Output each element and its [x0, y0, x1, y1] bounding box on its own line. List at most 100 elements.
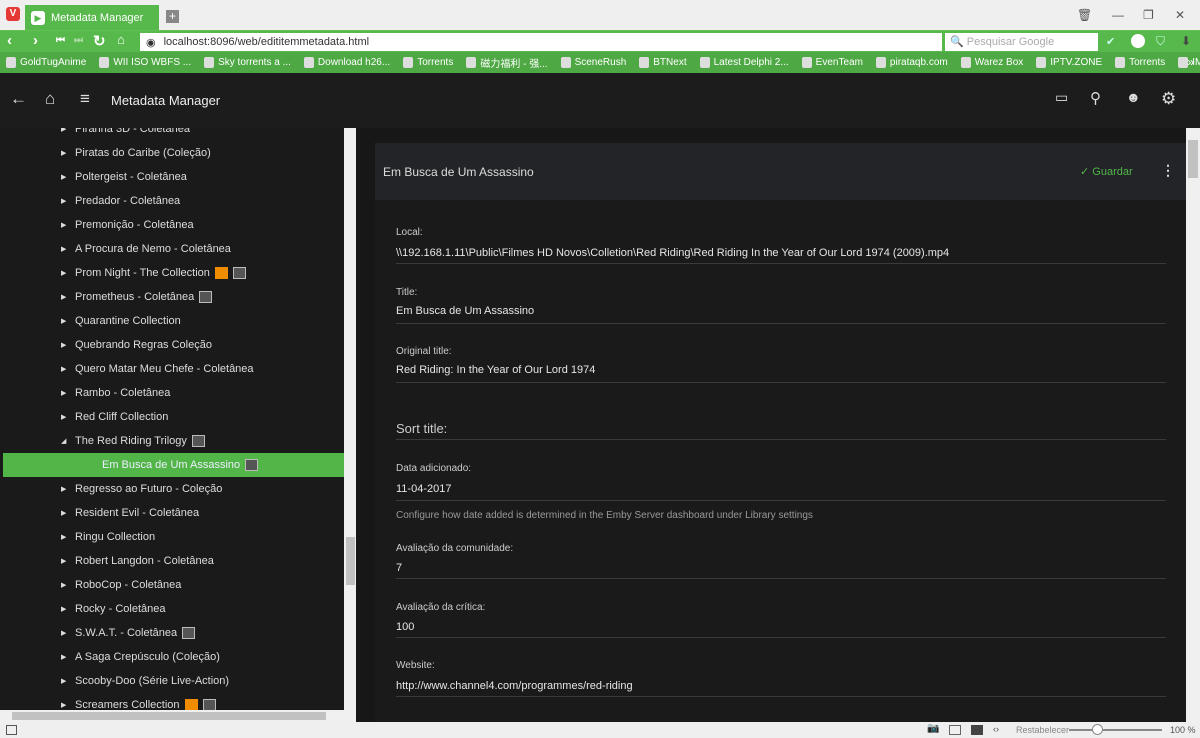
bookmark-item[interactable]: GoldTugAnime — [6, 57, 86, 68]
expand-arrow-icon[interactable]: ▶ — [0, 173, 75, 181]
tree-item[interactable]: ▶ Rambo - Coletânea — [0, 381, 344, 405]
expand-arrow-icon[interactable]: ▶ — [0, 149, 75, 157]
forward-icon[interactable]: › — [33, 32, 38, 49]
home-icon[interactable]: ⌂ — [117, 32, 125, 47]
page-scrollbar[interactable] — [1186, 128, 1200, 722]
shield-check-icon[interactable]: ✔ — [1106, 35, 1115, 48]
more-options-icon[interactable]: ⋮ — [1161, 162, 1175, 179]
download-icon[interactable]: ⬇ — [1181, 34, 1191, 48]
tree-item[interactable]: ▶ Poltergeist - Coletânea — [0, 165, 344, 189]
tree-item[interactable]: ▶ Regresso ao Futuro - Coleção — [0, 477, 344, 501]
bookmark-item[interactable]: EvenTeam — [801, 57, 863, 68]
tree-item[interactable]: ▶ Premonição - Coletânea — [0, 213, 344, 237]
tree-scroll-thumb[interactable] — [346, 537, 355, 585]
collapse-arrow-icon[interactable]: ◢ — [0, 437, 75, 445]
search-icon[interactable]: ⚲ — [1090, 89, 1101, 107]
community-rating-input[interactable]: 7 — [396, 562, 402, 574]
bookmark-item[interactable]: IPTV.ZONE — [1036, 57, 1102, 68]
expand-arrow-icon[interactable]: ▶ — [0, 389, 75, 397]
vivaldi-menu-icon[interactable]: V — [6, 7, 20, 21]
panel-toggle-icon[interactable] — [6, 725, 17, 735]
screenshot-icon[interactable]: 📷 — [927, 723, 939, 734]
tree-item[interactable]: ▶ Screamers Collection — [0, 693, 344, 710]
zoom-slider-thumb[interactable] — [1091, 724, 1103, 735]
expand-arrow-icon[interactable]: ▶ — [0, 629, 75, 637]
tree-item[interactable]: ▶ S.W.A.T. - Coletânea — [0, 621, 344, 645]
expand-arrow-icon[interactable]: ▶ — [0, 293, 75, 301]
bookmark-item[interactable]: SceneRush — [560, 57, 626, 68]
bookmark-item[interactable]: pirataqb.com — [875, 57, 948, 68]
images-icon[interactable] — [971, 725, 983, 735]
trash-icon[interactable]: 🗑 — [1077, 8, 1092, 22]
vpn-shield-icon[interactable]: ⛉ — [1156, 34, 1165, 49]
extension-icon[interactable] — [1131, 34, 1145, 48]
bookmark-item[interactable]: Download h26... — [303, 57, 390, 68]
new-tab-button[interactable]: + — [166, 10, 179, 23]
sort-title-input[interactable]: Sort title: — [396, 421, 447, 436]
tree-item[interactable]: ▶ Quebrando Regras Coleção — [0, 333, 344, 357]
bookmark-item[interactable]: Latest Delphi 2... — [699, 57, 789, 68]
bookmarks-overflow-button[interactable]: » — [1187, 55, 1194, 69]
tree-item[interactable]: ▶ RoboCop - Coletânea — [0, 573, 344, 597]
home-icon[interactable]: ⌂ — [45, 89, 55, 109]
restore-button[interactable]: ❐ — [1143, 8, 1154, 22]
expand-arrow-icon[interactable]: ▶ — [0, 269, 75, 277]
expand-arrow-icon[interactable]: ▶ — [0, 317, 75, 325]
title-input[interactable]: Em Busca de Um Assassino — [396, 305, 534, 317]
tree-item[interactable]: ▶ Red Cliff Collection — [0, 405, 344, 429]
critic-rating-input[interactable]: 100 — [396, 621, 414, 633]
tree-vertical-scrollbar[interactable] — [344, 128, 356, 710]
tree-item[interactable]: ▶ Prom Night - The Collection — [0, 261, 344, 285]
back-arrow-icon[interactable]: ← — [10, 89, 27, 109]
expand-arrow-icon[interactable]: ▶ — [0, 653, 75, 661]
fast-forward-icon[interactable]: ⏭ — [74, 35, 83, 46]
tree-item[interactable]: ▶ A Saga Crepúsculo (Coleção) — [0, 645, 344, 669]
tree-hscroll-thumb[interactable] — [12, 712, 326, 720]
expand-arrow-icon[interactable]: ▶ — [0, 533, 75, 541]
url-input[interactable]: ◉ localhost:8096/web/edititemmetadata.htm… — [140, 33, 942, 51]
rewind-icon[interactable]: ⏮ — [56, 35, 65, 46]
user-avatar-icon[interactable]: ☻ — [1126, 89, 1141, 105]
expand-arrow-icon[interactable]: ▶ — [0, 485, 75, 493]
tree-item[interactable]: ▶ Robert Langdon - Coletânea — [0, 549, 344, 573]
bookmark-item[interactable]: Warez Box — [960, 57, 1023, 68]
tree-item[interactable]: ▶ A Procura de Nemo - Coletânea — [0, 237, 344, 261]
close-button[interactable]: ✕ — [1175, 8, 1185, 22]
page-actions-icon[interactable]: ‹› — [993, 724, 999, 734]
bookmark-item[interactable]: Torrents — [1115, 57, 1165, 68]
tree-item[interactable]: ▶ Scooby-Doo (Série Live-Action) — [0, 669, 344, 693]
page-scroll-thumb[interactable] — [1188, 140, 1198, 178]
bookmark-item[interactable]: 磁力福利 - 强... — [466, 55, 548, 70]
bookmark-item[interactable]: Torrents — [403, 57, 453, 68]
date-added-input[interactable]: 11-04-2017 — [396, 483, 451, 495]
expand-arrow-icon[interactable]: ▶ — [0, 581, 75, 589]
tree-item[interactable]: ◢ The Red Riding Trilogy — [0, 429, 344, 453]
bookmark-item[interactable]: WII ISO WBFS ... — [99, 57, 191, 68]
minimize-button[interactable]: — — [1112, 8, 1124, 22]
website-input[interactable]: http://www.channel4.com/programmes/red-r… — [396, 680, 633, 692]
tree-item[interactable]: ▶ Rocky - Coletânea — [0, 597, 344, 621]
expand-arrow-icon[interactable]: ▶ — [0, 221, 75, 229]
search-input[interactable]: 🔍 Pesquisar Google — [945, 33, 1098, 51]
original-title-input[interactable]: Red Riding: In the Year of Our Lord 1974 — [396, 364, 595, 376]
expand-arrow-icon[interactable]: ▶ — [0, 701, 75, 709]
settings-gear-icon[interactable]: ⚙ — [1161, 89, 1176, 109]
tree-item[interactable]: ▶ Quero Matar Meu Chefe - Coletânea — [0, 357, 344, 381]
save-button[interactable]: ✓ Guardar — [1080, 165, 1133, 178]
expand-arrow-icon[interactable]: ▶ — [0, 509, 75, 517]
tree-item[interactable]: ▶ Ringu Collection — [0, 525, 344, 549]
expand-arrow-icon[interactable]: ▶ — [0, 557, 75, 565]
tiling-icon[interactable] — [949, 725, 961, 735]
expand-arrow-icon[interactable]: ▶ — [0, 128, 75, 133]
browser-tab[interactable]: ▶ Metadata Manager — [25, 5, 159, 30]
reload-icon[interactable]: ↻ — [93, 32, 106, 50]
tree-item[interactable]: ▶ Resident Evil - Coletânea — [0, 501, 344, 525]
menu-icon[interactable]: ≡ — [80, 89, 90, 109]
cast-icon[interactable]: ▭ — [1055, 89, 1068, 106]
tree-item[interactable]: ▶ Piranha 3D - Coletânea — [0, 128, 344, 141]
tree-item[interactable]: ▶ Piratas do Caribe (Coleção) — [0, 141, 344, 165]
tree-item[interactable]: ▶ Quarantine Collection — [0, 309, 344, 333]
bookmark-item[interactable]: Sky torrents a ... — [204, 57, 291, 68]
tree-item[interactable]: ▶ Prometheus - Coletânea — [0, 285, 344, 309]
zoom-slider[interactable] — [1069, 729, 1162, 731]
